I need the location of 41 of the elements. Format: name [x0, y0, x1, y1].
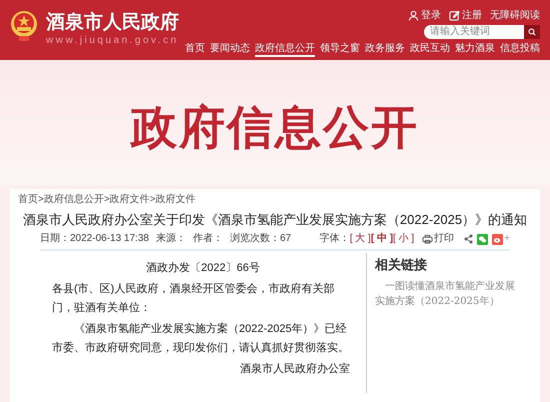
search-icon — [528, 28, 536, 36]
meta-text: 浏览次数：67 — [230, 233, 292, 245]
nav-item[interactable]: 政务服务 — [365, 42, 405, 57]
sidebar-heading: 相关链接 — [375, 256, 428, 274]
wechat-icon[interactable] — [477, 234, 488, 244]
nav-item[interactable]: 领导之窗 — [320, 42, 360, 57]
weibo-icon[interactable] — [492, 234, 504, 244]
meta-text: 作者： — [192, 233, 223, 245]
signature: 酒泉市人民政府办公室 — [239, 362, 351, 377]
nav-item[interactable]: 魅力酒泉 — [455, 42, 495, 57]
nav-item[interactable]: 首页 — [185, 42, 205, 57]
share-icon[interactable] — [464, 234, 474, 244]
meta-text: 日期：2022-06-13 17:38 — [40, 233, 149, 245]
addressee: 各县(市、区)人民政府，酒泉经开区管委会，市政府有关部门，驻酒有关单位： — [52, 282, 336, 316]
nav-item[interactable]: 政民互动 — [410, 42, 450, 57]
user-icon — [408, 10, 419, 20]
banner-title: 政府信息公开 — [131, 100, 419, 155]
nav-item[interactable]: 要闻动态 — [210, 42, 250, 57]
print-button[interactable]: 打印 — [422, 233, 454, 245]
edit-icon — [449, 10, 460, 20]
font-size-button[interactable]: [ 大 ] — [350, 233, 371, 245]
body-paragraph: 《酒泉市氢能产业发展实施方案（2022-2025年）》已经市委、市政府研究同意，现印发你们，请认真抓好贯彻落实。 — [52, 322, 350, 356]
related-link[interactable]: 一图读懂酒泉市氢能产业发展实施方案（2022-2025年） — [375, 278, 516, 308]
document-number: 酒政办发〔2022〕66号 — [145, 261, 261, 276]
search-button[interactable] — [524, 25, 540, 39]
top-link[interactable]: 无障碍阅读 — [490, 8, 540, 22]
font-size-label: 字体： — [320, 233, 350, 245]
nav-item[interactable]: 政府信息公开 — [255, 42, 315, 57]
site-url: www.jiuquan.gov.cn — [46, 35, 179, 47]
font-size-button[interactable]: [ 中 ] — [370, 233, 394, 245]
top-link[interactable]: 登录 — [408, 8, 441, 22]
meta-text: 来源： — [156, 233, 186, 245]
emblem-icon — [10, 10, 38, 42]
printer-icon — [422, 234, 434, 244]
article-title: 酒泉市人民政府办公室关于印发《酒泉市氢能产业发展实施方案（2022-2025）》的通知 — [22, 211, 528, 228]
search-field[interactable]: 请输入关键词 — [424, 25, 540, 39]
font-size-button[interactable]: [ 小 ] — [393, 233, 414, 245]
breadcrumb: 首页>政府信息公开>政府文件>政府文件 — [18, 194, 197, 206]
site-title: 酒泉市人民政府 — [46, 11, 179, 35]
nav-item[interactable]: 信息投稿 — [500, 42, 540, 57]
top-link[interactable]: 注册 — [449, 8, 482, 22]
